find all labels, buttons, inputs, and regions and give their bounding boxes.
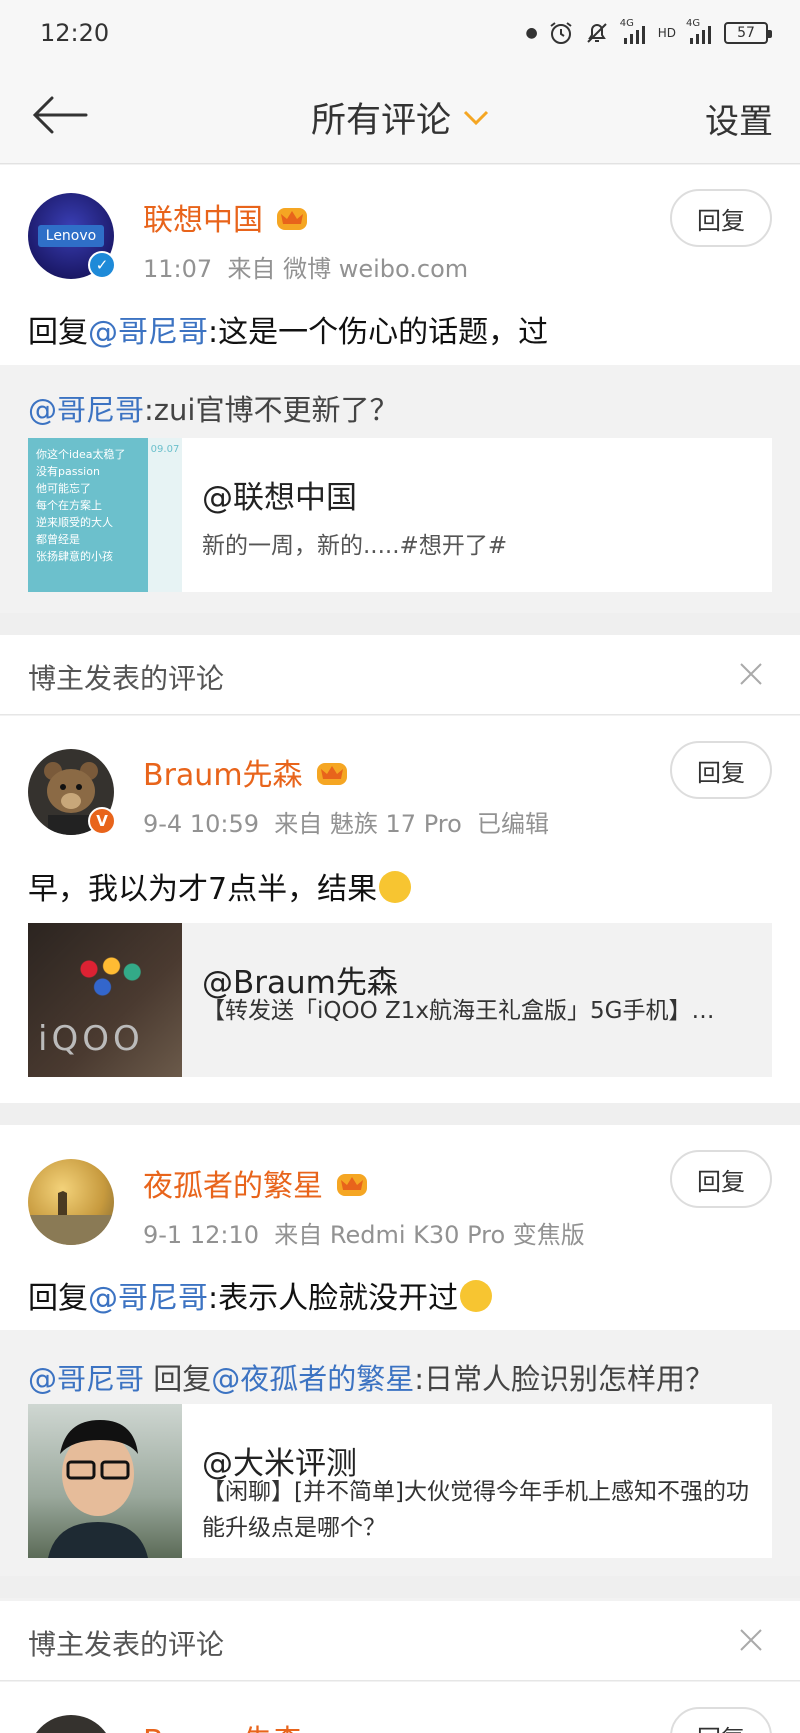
verified-icon: V	[88, 807, 116, 835]
divider	[0, 1103, 800, 1125]
post-thumbnail: 你这个idea太稳了 没有passion 他可能忘了 每个在方案上 逆来顺受的大…	[28, 438, 182, 592]
mute-icon	[587, 23, 607, 43]
thumbnail-lines: 你这个idea太稳了 没有passion 他可能忘了 每个在方案上 逆来顺受的大…	[36, 448, 126, 563]
reply-button[interactable]: 回复	[670, 1150, 772, 1208]
crown-icon	[337, 1174, 367, 1196]
comment-text: 回复@哥尼哥:这是一个伤心的话题，过	[28, 315, 549, 350]
mention-link[interactable]: @哥尼哥	[88, 1281, 208, 1316]
mention-link[interactable]: @哥尼哥	[88, 315, 208, 350]
comment-meta: 9-1 12:10 来自 Redmi K30 Pro 变焦版	[143, 1221, 585, 1249]
comment-card: V Braum先森 9-4 10:59 来自 魅族 17 Pro 已编辑 回复 …	[0, 716, 800, 1103]
post-thumbnail: iQOO	[28, 923, 182, 1077]
dot-icon: ●	[525, 25, 538, 41]
comment-meta: 11:07 来自 微博 weibo.com	[143, 255, 469, 283]
iqoo-logo: iQOO	[38, 1019, 144, 1059]
signal-icon-2: 4G	[686, 18, 714, 46]
thumbnail-panel: 09.07	[148, 438, 182, 592]
thumbnail-figures	[62, 945, 152, 1005]
divider	[0, 1576, 800, 1598]
comment-username[interactable]: 联想中国	[143, 195, 309, 239]
original-post-card[interactable]: @大米评测 【闲聊】[并不简单]大伙觉得今年手机上感知不强的功能升级点是哪个？	[28, 1404, 772, 1558]
nav-title: 所有评论	[310, 101, 451, 141]
verified-icon: ✓	[88, 251, 116, 279]
section-header: 博主发表的评论	[0, 635, 800, 715]
section-header: 博主发表的评论	[0, 1601, 800, 1681]
reply-button[interactable]: 回复	[670, 1707, 772, 1733]
comment-username[interactable]: 夜孤者的繁星	[143, 1161, 369, 1205]
crown-icon	[316, 763, 347, 785]
post-author: @联想中国	[202, 480, 357, 516]
comment-text: 回复@哥尼哥:表示人脸就没开过	[28, 1273, 493, 1317]
nav-bar: 所有评论 设置	[0, 66, 800, 164]
post-thumbnail	[28, 1404, 182, 1558]
quoted-comment[interactable]: @哥尼哥 回复@夜孤者的繁星:日常人脸识别怎样用？ @大米评测 【闲聊】[并不简…	[0, 1330, 800, 1576]
sunset-avatar-image	[28, 1191, 114, 1245]
nav-title-dropdown[interactable]: 所有评论	[0, 92, 800, 143]
alarm-icon	[550, 22, 572, 44]
hd-label: HD	[657, 26, 676, 40]
original-post-card[interactable]: iQOO @Braum先森 【转发送「iQOO Z1x航海王礼盒版」5G手机】…	[28, 923, 772, 1077]
comment-text: 早，我以为才7点半，结果	[28, 864, 412, 908]
settings-button[interactable]: 设置	[705, 94, 773, 143]
comment-username[interactable]: Braum先森	[143, 750, 349, 794]
reply-button[interactable]: 回复	[670, 189, 772, 247]
quoted-comment[interactable]: @哥尼哥:zui官博不更新了？ 你这个idea太稳了 没有passion 他可能…	[0, 365, 800, 613]
post-excerpt: 【转发送「iQOO Z1x航海王礼盒版」5G手机】…	[202, 998, 715, 1024]
lenovo-logo: Lenovo	[38, 225, 104, 247]
divider	[0, 613, 800, 635]
status-bar: 12:20 ● 4G HD 4G 57	[0, 0, 800, 66]
battery-indicator: 57	[724, 22, 772, 44]
crown-icon	[277, 208, 307, 230]
laugh-cry-emoji-icon	[379, 871, 412, 903]
thumbnail-date: 09.07	[150, 444, 180, 455]
reply-button[interactable]: 回复	[670, 741, 772, 799]
section-title: 博主发表的评论	[28, 1628, 225, 1661]
section-title: 博主发表的评论	[28, 662, 225, 695]
avatar[interactable]	[28, 1715, 114, 1733]
sweat-emoji-icon	[460, 1280, 493, 1312]
comment-card: Lenovo ✓ 联想中国 11:07 来自 微博 weibo.com 回复 回…	[0, 165, 800, 365]
original-post-card[interactable]: 你这个idea太稳了 没有passion 他可能忘了 每个在方案上 逆来顺受的大…	[28, 438, 772, 592]
quoted-text: @哥尼哥:zui官博不更新了？	[28, 393, 399, 427]
close-icon[interactable]	[738, 1627, 764, 1653]
status-icons: ● 4G HD 4G 57	[525, 18, 772, 46]
signal-icon: 4G	[620, 18, 648, 46]
close-icon[interactable]	[738, 661, 764, 687]
comment-card: 夜孤者的繁星 9-1 12:10 来自 Redmi K30 Pro 变焦版 回复…	[0, 1125, 800, 1330]
comment-meta: 9-4 10:59 来自 魅族 17 Pro 已编辑	[143, 810, 550, 838]
post-excerpt: 【闲聊】[并不简单]大伙觉得今年手机上感知不强的功能升级点是哪个？	[202, 1479, 749, 1541]
avatar[interactable]	[28, 1159, 114, 1245]
post-excerpt: 新的一周，新的.....#想开了#	[202, 533, 508, 559]
comment-card-partial: Braum先森 回复	[0, 1682, 800, 1733]
quoted-text: @哥尼哥 回复@夜孤者的繁星:日常人脸识别怎样用？	[28, 1362, 715, 1396]
chevron-down-icon	[463, 110, 489, 126]
person-photo-image	[48, 1420, 148, 1558]
comment-username[interactable]: Braum先森	[143, 1716, 303, 1733]
status-time: 12:20	[40, 19, 110, 47]
